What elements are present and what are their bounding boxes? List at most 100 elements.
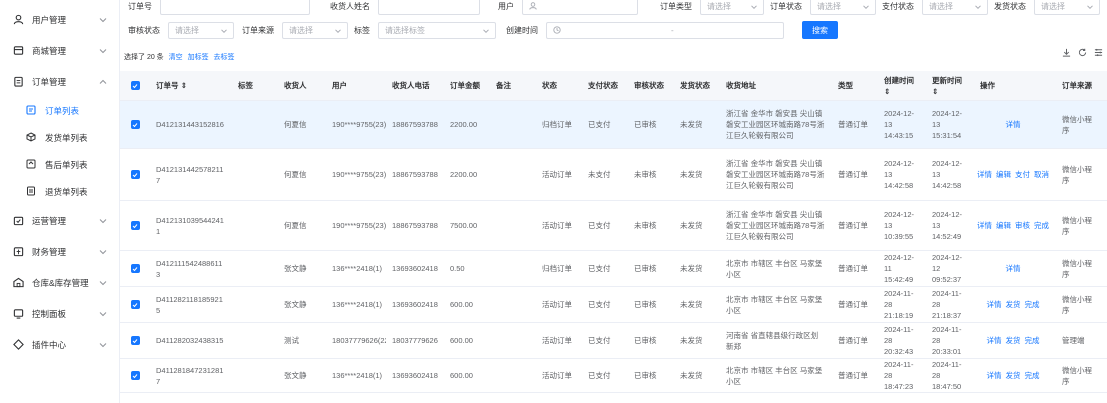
row-checkbox-cell[interactable]: [120, 287, 150, 322]
created-date-range[interactable]: -: [546, 21, 784, 39]
order-status-select[interactable]: 请选择: [810, 0, 876, 15]
check-icon: [132, 266, 138, 271]
col-header-updated[interactable]: 更新时间 ⇕: [926, 71, 974, 100]
cell-source: 微信小程序: [1062, 215, 1092, 236]
table-row[interactable]: D412131039544241 1 何夏信 190****9755(23) 1886…: [120, 201, 1107, 251]
action-link[interactable]: 详情: [977, 169, 992, 180]
check-icon: [132, 83, 138, 88]
cell-type: 普通订单: [838, 336, 868, 345]
action-link[interactable]: 审核: [1015, 220, 1030, 231]
column-settings-icon[interactable]: [1094, 48, 1103, 57]
tag-placeholder: 请选择标签: [385, 25, 425, 35]
cell-addr: 北京市 市辖区 丰台区 马家堡小区: [726, 365, 823, 386]
tag-label: 标签: [354, 25, 370, 35]
checkbox[interactable]: [130, 336, 140, 345]
sidebar-item-finance[interactable]: 财务管理: [0, 236, 119, 267]
action-link[interactable]: 发货: [1006, 299, 1021, 310]
clear-selection-link[interactable]: 清空: [169, 54, 183, 61]
action-link[interactable]: 详情: [977, 220, 992, 231]
sidebar-sub-shipping-list[interactable]: 发货单列表: [0, 124, 119, 151]
checkbox[interactable]: [130, 120, 140, 129]
col-header-created[interactable]: 创建时间 ⇕: [878, 71, 926, 100]
table-row[interactable]: D412131443152816 何夏信 190****9755(23) 188675…: [120, 101, 1107, 149]
row-checkbox-cell[interactable]: [120, 359, 150, 392]
checkbox[interactable]: [130, 170, 140, 179]
action-link[interactable]: 发货: [1006, 370, 1021, 381]
add-tag-link[interactable]: 加标签: [188, 54, 209, 61]
order-source-label: 订单来源: [242, 25, 274, 35]
sidebar-item-plugins[interactable]: 插件中心: [0, 329, 119, 360]
sidebar-item-shop[interactable]: 商城管理: [0, 35, 119, 66]
refresh-icon[interactable]: [1078, 48, 1087, 57]
checkbox[interactable]: [130, 264, 140, 273]
col-header-order-no[interactable]: 订单号 ⇕: [150, 71, 232, 100]
download-icon[interactable]: [1062, 48, 1071, 57]
cell-tag: [232, 149, 278, 200]
cell-user: 136****2418(1): [332, 371, 383, 380]
row-checkbox-cell[interactable]: [120, 201, 150, 250]
order-type-select[interactable]: 请选择: [700, 0, 764, 15]
table-row[interactable]: D411281847231281 7 张文静 136****2418(1) 13693…: [120, 359, 1107, 393]
cell-receiver: 何夏信: [284, 170, 307, 179]
table-row[interactable]: D412131442578211 7 何夏信 190****9755(23) 1886…: [120, 149, 1107, 201]
tag-select[interactable]: 请选择标签: [378, 21, 496, 39]
checkbox[interactable]: [130, 300, 140, 309]
cell-updated: 2024-12-12 09:52:37: [932, 253, 963, 284]
table-row[interactable]: D411282032438315 测试 18037779626(22) 1803777…: [120, 323, 1107, 359]
user-input[interactable]: [522, 0, 638, 15]
action-link[interactable]: 完成: [1025, 335, 1040, 346]
action-link[interactable]: 完成: [1025, 299, 1040, 310]
receiver-input[interactable]: [378, 0, 480, 15]
action-link[interactable]: 完成: [1025, 370, 1040, 381]
action-link[interactable]: 完成: [1034, 220, 1049, 231]
checkbox[interactable]: [130, 81, 140, 90]
action-link[interactable]: 详情: [1006, 119, 1021, 130]
sidebar-item-users[interactable]: 用户管理: [0, 4, 119, 35]
chevron-down-icon: [99, 249, 107, 254]
check-icon: [132, 122, 138, 127]
pay-status-select[interactable]: 请选择: [922, 0, 988, 15]
action-link[interactable]: 支付: [1015, 169, 1030, 180]
sidebar-sub-return-list[interactable]: 退货单列表: [0, 178, 119, 205]
order-no-input[interactable]: [160, 0, 310, 15]
sidebar-sub-order-list[interactable]: 订单列表: [0, 97, 119, 124]
sidebar-sub-aftersale-list[interactable]: 售后单列表: [0, 151, 119, 178]
row-checkbox-cell[interactable]: [120, 149, 150, 200]
action-link[interactable]: 详情: [987, 299, 1002, 310]
row-checkbox-cell[interactable]: [120, 251, 150, 286]
order-no-label: 订单号: [128, 1, 152, 11]
table-row[interactable]: D412111542488611 3 张文静 136****2418(1) 13693…: [120, 251, 1107, 287]
sidebar-item-label: 运营管理: [32, 215, 67, 226]
sidebar-item-label: 插件中心: [32, 339, 67, 350]
row-checkbox-cell[interactable]: [120, 101, 150, 148]
action-link[interactable]: 详情: [1006, 263, 1021, 274]
sidebar-item-warehouse[interactable]: 仓库&库存管理: [0, 267, 119, 298]
cell-status: 活动订单: [542, 221, 572, 230]
sidebar-item-dashboard[interactable]: 控制面板: [0, 298, 119, 329]
action-link[interactable]: 详情: [987, 370, 1002, 381]
checkbox[interactable]: [130, 221, 140, 230]
action-link[interactable]: 详情: [987, 335, 1002, 346]
chevron-down-icon: [483, 28, 489, 33]
search-button[interactable]: 搜索: [802, 21, 838, 39]
cell-status: 归档订单: [542, 120, 572, 129]
cell-type: 普通订单: [838, 120, 868, 129]
table-row[interactable]: D411282118185921 5 张文静 136****2418(1) 13693…: [120, 287, 1107, 323]
sidebar-item-operations[interactable]: 运营管理: [0, 205, 119, 236]
row-checkbox-cell[interactable]: [120, 323, 150, 358]
ship-status-select[interactable]: 请选择: [1034, 0, 1100, 15]
action-link[interactable]: 编辑: [996, 169, 1011, 180]
select-all-checkbox[interactable]: [120, 71, 150, 100]
sidebar-item-orders[interactable]: 订单管理: [0, 66, 119, 97]
sidebar-item-label: 仓库&库存管理: [32, 277, 89, 288]
action-link[interactable]: 编辑: [996, 220, 1011, 231]
cell-tag: [232, 201, 278, 250]
order-source-select[interactable]: 请选择: [282, 21, 348, 39]
audit-status-select[interactable]: 请选择: [168, 21, 234, 39]
checkbox[interactable]: [130, 371, 140, 380]
action-link[interactable]: 取消: [1034, 169, 1049, 180]
action-link[interactable]: 发货: [1006, 335, 1021, 346]
cell-audit: 未审核: [634, 221, 657, 230]
remove-tag-link[interactable]: 去标签: [214, 54, 235, 61]
cell-phone: 18867593788: [392, 120, 438, 129]
